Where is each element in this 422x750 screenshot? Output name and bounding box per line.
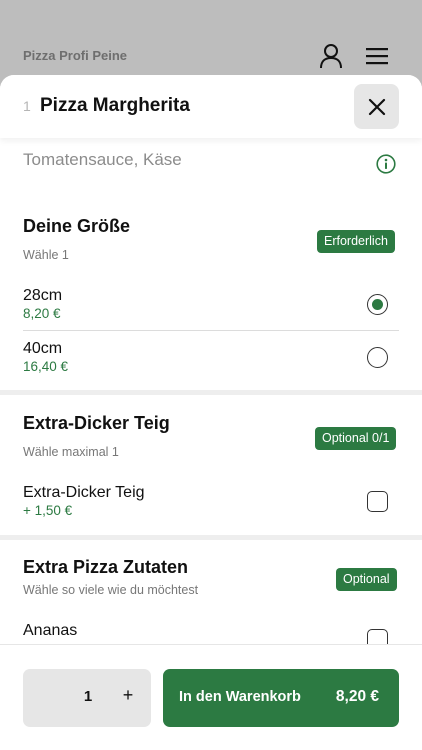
toppings-section-subtitle: Wähle so viele wie du möchtest [23,583,199,597]
option-price: + 1,50 € [23,503,73,518]
sheet-header: 1 Pizza Margherita [0,75,422,138]
user-icon[interactable] [319,43,343,69]
option-name: Ananas [23,622,78,639]
app-header: Pizza Profi Peine [0,0,422,80]
size-section-title: Deine Größe [23,216,131,236]
size-radio-28cm[interactable] [367,294,388,315]
optional-count-badge: Optional 0/1 [315,427,397,450]
add-to-cart-button[interactable]: In den Warenkorb 8,20 € [163,669,399,727]
dough-section-title: Extra-Dicker Teig [23,413,170,433]
increase-quantity-button[interactable]: + [118,685,138,706]
quantity-stepper[interactable]: 1 + [23,669,151,727]
product-description: Tomatensauce, Käse [23,150,182,169]
close-button[interactable] [354,84,399,129]
section-divider [0,390,422,395]
close-icon [368,98,385,115]
page: Pizza Profi Peine 1 Pizza Margherita Tom… [0,0,422,750]
toppings-section-title: Extra Pizza Zutaten [23,557,189,577]
option-price: 16,40 € [23,359,69,374]
divider [23,330,399,331]
product-sheet: 1 Pizza Margherita Tomatensauce, Käse De… [0,75,422,750]
add-to-cart-price: 8,20 € [335,688,379,705]
option-price: 8,20 € [23,306,61,321]
quantity-value: 1 [83,688,93,705]
menu-icon[interactable] [366,47,388,65]
size-radio-40cm[interactable] [367,347,388,368]
product-title: Pizza Margherita [40,95,190,116]
dough-section-subtitle: Wähle maximal 1 [23,445,119,459]
info-icon[interactable] [376,154,396,174]
option-name: 28cm [23,287,63,304]
section-divider [0,535,422,540]
dough-checkbox[interactable] [367,491,388,512]
required-badge: Erforderlich [317,230,395,253]
quantity-prefix: 1 [23,98,31,114]
option-name: Extra-Dicker Teig [23,484,145,501]
restaurant-name: Pizza Profi Peine [23,48,128,63]
option-name: 40cm [23,340,63,357]
optional-badge: Optional [336,568,397,591]
size-section-subtitle: Wähle 1 [23,248,69,262]
add-to-cart-label: In den Warenkorb [179,689,301,705]
sheet-footer: 1 + In den Warenkorb 8,20 € [0,644,422,750]
